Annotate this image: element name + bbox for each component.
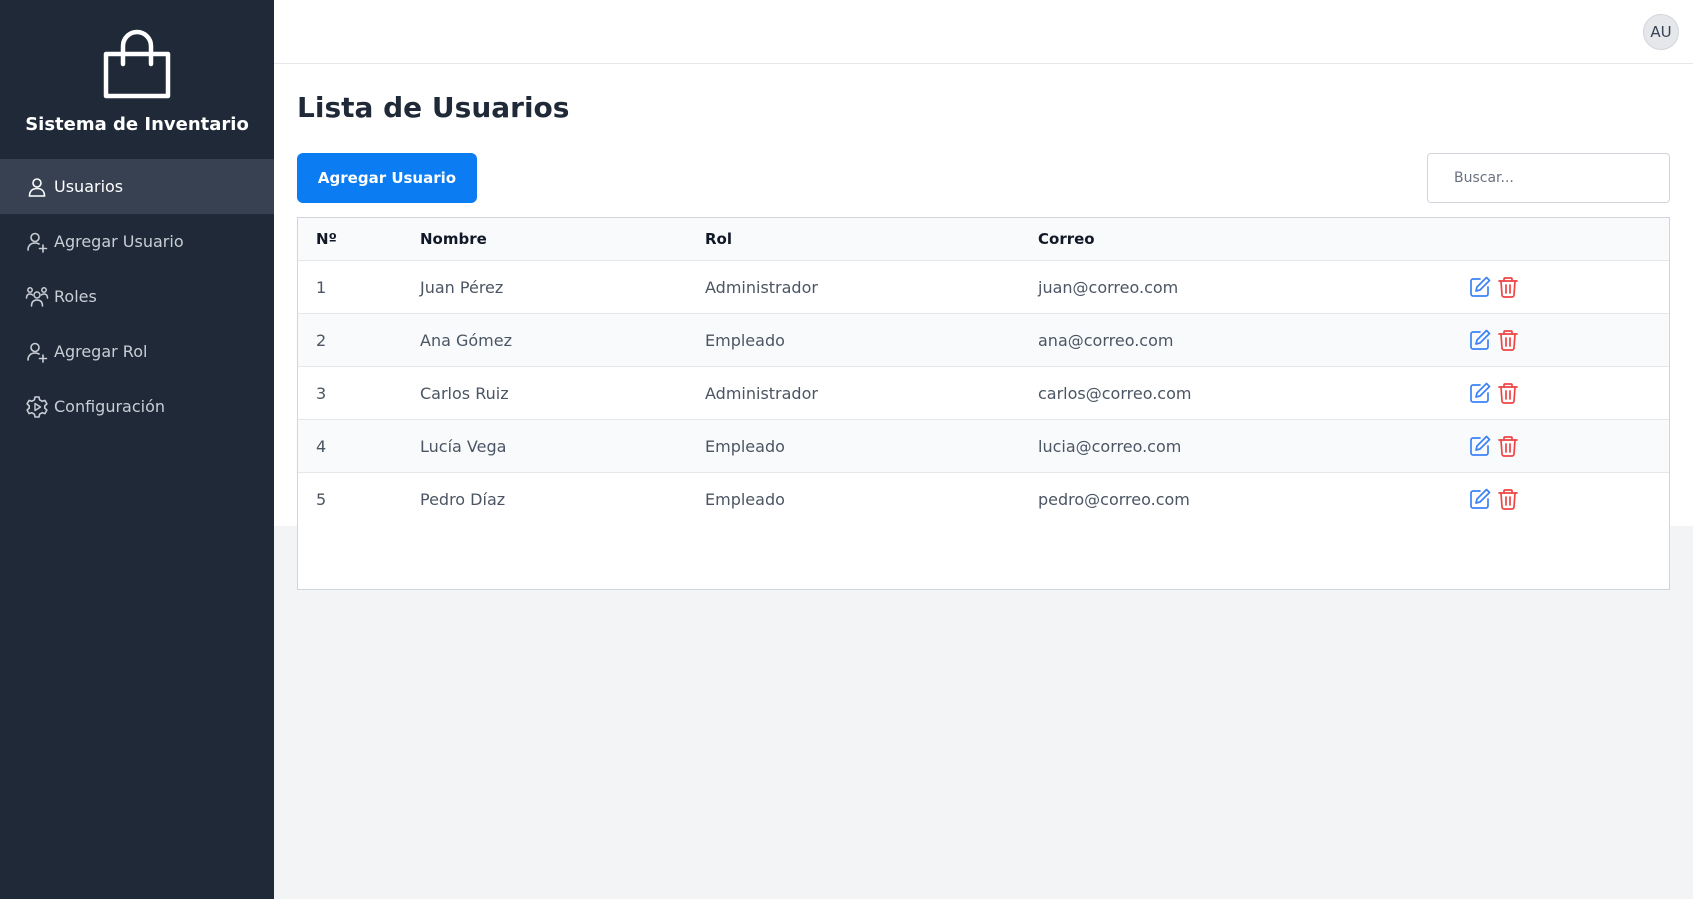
sidebar-item-label: Roles [54,287,97,306]
cell-nombre: Lucía Vega [420,419,705,473]
cell-actions [1468,419,1669,473]
sidebar-item-usuarios[interactable]: Usuarios [0,159,274,214]
sidebar: Sistema de Inventario Usuarios Agregar U… [0,0,274,899]
shopping-bag-icon [103,29,171,99]
page-title: Lista de Usuarios [297,91,570,124]
sidebar-item-configuracion[interactable]: Configuración [0,379,274,434]
cell-actions [1468,313,1669,367]
cell-nombre: Pedro Díaz [420,489,506,509]
cell-correo: ana@correo.com [1038,313,1468,367]
column-header-num: Nº [298,218,420,261]
cell-num: 5 [316,489,327,509]
table-header-row: Nº Nombre Rol Correo [298,218,1669,261]
cell-nombre: Juan Pérez [420,260,705,314]
edit-icon[interactable] [1468,381,1492,405]
search-input[interactable] [1427,153,1670,203]
cell-actions [1468,473,1669,526]
avatar[interactable]: AU [1643,14,1679,50]
cell-rol: Empleado [705,419,1038,473]
cell-nombre: Carlos Ruiz [420,366,705,420]
sidebar-item-roles[interactable]: Roles [0,269,274,324]
user-plus-icon [25,230,49,254]
topbar: AU [274,0,1693,64]
sidebar-item-label: Configuración [54,397,166,416]
cell-correo: juan@correo.com [1038,260,1468,314]
trash-icon[interactable] [1496,434,1520,458]
column-header-nombre: Nombre [420,218,705,261]
edit-icon[interactable] [1468,487,1492,511]
edit-icon[interactable] [1468,328,1492,352]
cell-correo: carlos@correo.com [1038,366,1468,420]
add-user-button[interactable]: Agregar Usuario [297,153,477,203]
cell-rol: Administrador [705,260,1038,314]
cell-correo: lucia@correo.com [1038,419,1468,473]
cell-actions [1468,366,1669,420]
trash-icon[interactable] [1496,381,1520,405]
cell-correo: pedro@correo.com [1038,489,1190,509]
users-table: Nº Nombre Rol Correo 1 Juan Pérez Admini… [297,217,1670,590]
app-title: Sistema de Inventario [25,114,249,135]
users-group-icon [25,285,49,309]
user-plus-icon [25,340,49,364]
sidebar-item-label: Usuarios [54,177,124,196]
table-row: 3 Carlos Ruiz Administrador carlos@corre… [298,366,1669,420]
sidebar-item-label: Agregar Usuario [54,232,184,251]
trash-icon[interactable] [1496,275,1520,299]
column-header-correo: Correo [1038,218,1468,261]
column-header-actions [1468,218,1669,261]
table-row: 2 Ana Gómez Empleado ana@correo.com [298,313,1669,367]
main-content: Lista de Usuarios Agregar Usuario Nº Nom… [274,64,1693,590]
cell-num: 3 [298,366,420,420]
cell-actions [1468,260,1669,314]
trash-icon[interactable] [1496,328,1520,352]
table-row: 4 Lucía Vega Empleado lucia@correo.com [298,419,1669,473]
trash-icon[interactable] [1496,487,1520,511]
cell-rol: Empleado [705,489,785,509]
cell-num: 4 [298,419,420,473]
cell-num: 2 [298,313,420,367]
cell-rol: Administrador [705,366,1038,420]
edit-icon[interactable] [1468,275,1492,299]
gear-icon [25,395,49,419]
brand: Sistema de Inventario [0,0,274,159]
cell-rol: Empleado [705,313,1038,367]
user-icon [25,175,49,199]
cell-nombre: Ana Gómez [420,313,705,367]
edit-icon[interactable] [1468,434,1492,458]
sidebar-item-agregar-usuario[interactable]: Agregar Usuario [0,214,274,269]
sidebar-item-agregar-rol[interactable]: Agregar Rol [0,324,274,379]
column-header-rol: Rol [705,218,1038,261]
sidebar-nav: Usuarios Agregar Usuario Roles Agregar R… [0,159,274,434]
cell-num: 1 [298,260,420,314]
table-row: 5 Pedro Díaz Empleado pedro@correo.com [298,473,1669,526]
sidebar-item-label: Agregar Rol [54,342,148,361]
table-row: 1 Juan Pérez Administrador juan@correo.c… [298,260,1669,314]
